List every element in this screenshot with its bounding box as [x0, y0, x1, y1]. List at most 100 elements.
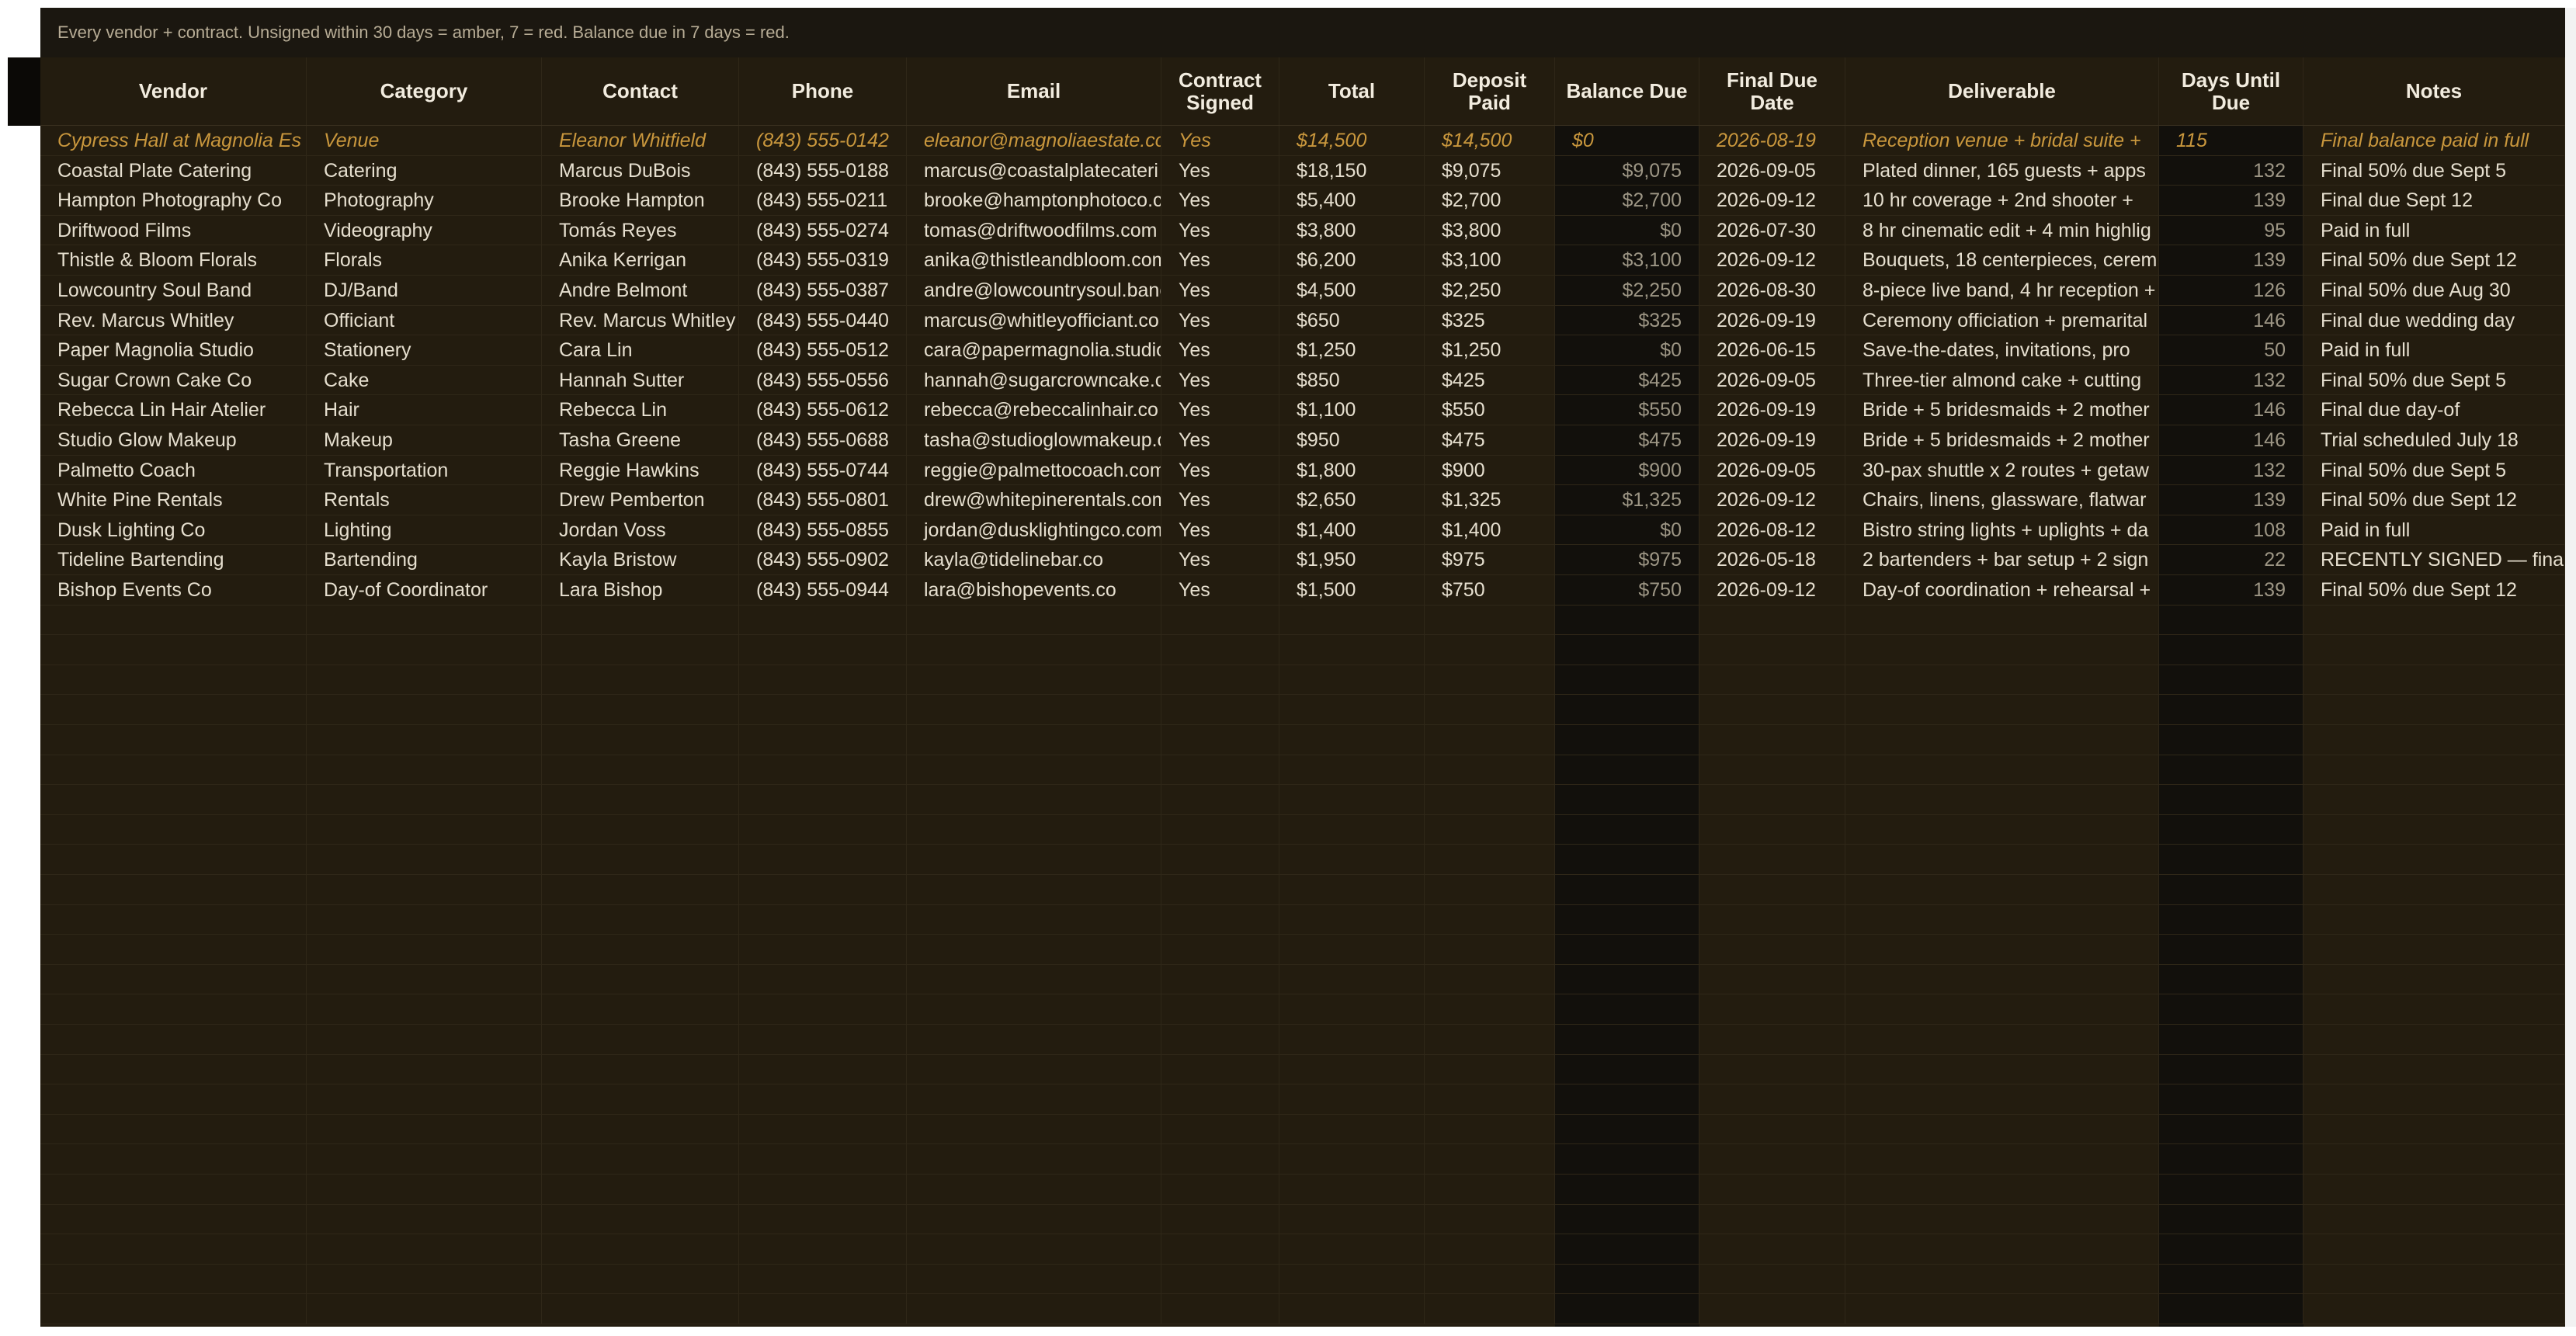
days-until-due-cell[interactable]	[2159, 665, 2303, 695]
contact-cell[interactable]	[542, 1204, 739, 1234]
deposit-paid-cell[interactable]	[1425, 814, 1555, 845]
days-until-due-cell[interactable]	[2159, 994, 2303, 1024]
vendor-cell[interactable]: Lowcountry Soul Band	[40, 276, 307, 305]
contact-cell[interactable]	[542, 635, 739, 665]
final-due-date-cell[interactable]: 2026-05-18	[1699, 545, 1845, 574]
notes-cell[interactable]	[2303, 1144, 2565, 1174]
category-cell[interactable]	[307, 964, 542, 994]
total-cell[interactable]	[1279, 725, 1425, 755]
total-cell[interactable]: $1,250	[1279, 335, 1425, 365]
contact-cell[interactable]: Tomás Reyes	[542, 215, 739, 245]
deposit-paid-cell[interactable]: $14,500	[1425, 126, 1555, 155]
vendor-cell[interactable]	[40, 605, 307, 635]
contract-signed-cell[interactable]: Yes	[1161, 545, 1279, 574]
notes-cell[interactable]: Final 50% due Aug 30	[2303, 276, 2565, 305]
total-cell[interactable]: $18,150	[1279, 155, 1425, 186]
contact-cell[interactable]: Kayla Bristow	[542, 545, 739, 574]
contact-cell[interactable]	[542, 935, 739, 964]
total-cell[interactable]: $850	[1279, 365, 1425, 395]
deliverable-cell[interactable]	[1845, 1175, 2159, 1204]
email-cell[interactable]: cara@papermagnolia.studio	[907, 335, 1161, 365]
phone-header[interactable]: Phone	[739, 57, 907, 125]
category-cell[interactable]	[307, 1294, 542, 1324]
days-until-due-header[interactable]: Days Until Due	[2159, 57, 2303, 125]
phone-cell[interactable]	[739, 1114, 907, 1144]
days-until-due-cell[interactable]: 139	[2159, 575, 2303, 605]
deliverable-cell[interactable]	[1845, 695, 2159, 724]
contract-signed-cell[interactable]	[1161, 845, 1279, 874]
deliverable-cell[interactable]	[1845, 755, 2159, 785]
category-cell[interactable]: Lighting	[307, 515, 542, 545]
phone-cell[interactable]: (843) 555-0801	[739, 485, 907, 515]
total-cell[interactable]: $1,500	[1279, 575, 1425, 605]
notes-cell[interactable]: Trial scheduled July 18	[2303, 425, 2565, 455]
total-cell[interactable]	[1279, 1234, 1425, 1264]
contact-cell[interactable]	[542, 875, 739, 904]
total-cell[interactable]: $950	[1279, 425, 1425, 455]
vendor-cell[interactable]: Rebecca Lin Hair Atelier	[40, 395, 307, 425]
deliverable-cell[interactable]: 30-pax shuttle x 2 routes + getaw	[1845, 455, 2159, 485]
vendor-cell[interactable]	[40, 635, 307, 665]
contact-cell[interactable]	[542, 605, 739, 635]
category-cell[interactable]	[307, 875, 542, 904]
notes-cell[interactable]: Final balance paid in full	[2303, 126, 2565, 155]
contact-cell[interactable]	[542, 1144, 739, 1174]
final-due-date-cell[interactable]	[1699, 725, 1845, 755]
notes-cell[interactable]	[2303, 964, 2565, 994]
email-cell[interactable]: lara@bishopevents.co	[907, 575, 1161, 605]
phone-cell[interactable]	[739, 1084, 907, 1114]
deliverable-header[interactable]: Deliverable	[1845, 57, 2159, 125]
contract-signed-cell[interactable]	[1161, 1264, 1279, 1294]
deliverable-cell[interactable]	[1845, 1025, 2159, 1054]
contact-cell[interactable]	[542, 665, 739, 695]
total-cell[interactable]: $14,500	[1279, 126, 1425, 155]
balance-due-cell[interactable]	[1555, 1114, 1699, 1144]
email-cell[interactable]	[907, 1175, 1161, 1204]
contact-cell[interactable]	[542, 1114, 739, 1144]
deliverable-cell[interactable]: Day-of coordination + rehearsal +	[1845, 575, 2159, 605]
days-until-due-cell[interactable]	[2159, 1234, 2303, 1264]
deposit-paid-cell[interactable]	[1425, 1175, 1555, 1204]
days-until-due-cell[interactable]: 139	[2159, 245, 2303, 275]
phone-cell[interactable]	[739, 964, 907, 994]
category-cell[interactable]	[307, 1264, 542, 1294]
days-until-due-cell[interactable]: 139	[2159, 186, 2303, 215]
phone-cell[interactable]	[739, 665, 907, 695]
deliverable-cell[interactable]	[1845, 845, 2159, 874]
deposit-paid-cell[interactable]	[1425, 665, 1555, 695]
deposit-paid-cell[interactable]	[1425, 964, 1555, 994]
contract-signed-cell[interactable]: Yes	[1161, 395, 1279, 425]
category-cell[interactable]: Florals	[307, 245, 542, 275]
balance-due-cell[interactable]: $3,100	[1555, 245, 1699, 275]
days-until-due-cell[interactable]: 139	[2159, 485, 2303, 515]
deposit-paid-cell[interactable]	[1425, 785, 1555, 814]
deposit-paid-cell[interactable]: $750	[1425, 575, 1555, 605]
balance-due-cell[interactable]: $0	[1555, 215, 1699, 245]
contract-signed-cell[interactable]	[1161, 725, 1279, 755]
category-cell[interactable]	[307, 1144, 542, 1174]
vendor-cell[interactable]	[40, 1054, 307, 1084]
total-cell[interactable]	[1279, 695, 1425, 724]
notes-cell[interactable]	[2303, 1084, 2565, 1114]
notes-cell[interactable]	[2303, 605, 2565, 635]
contract-signed-cell[interactable]	[1161, 904, 1279, 935]
category-cell[interactable]: Hair	[307, 395, 542, 425]
deposit-paid-cell[interactable]	[1425, 1054, 1555, 1084]
contract-signed-cell[interactable]	[1161, 1175, 1279, 1204]
balance-due-cell[interactable]	[1555, 935, 1699, 964]
days-until-due-cell[interactable]	[2159, 1264, 2303, 1294]
category-cell[interactable]	[307, 785, 542, 814]
notes-cell[interactable]	[2303, 1264, 2565, 1294]
vendor-cell[interactable]: Dusk Lighting Co	[40, 515, 307, 545]
email-cell[interactable]	[907, 1204, 1161, 1234]
final-due-date-cell[interactable]	[1699, 1175, 1845, 1204]
contact-cell[interactable]	[542, 1234, 739, 1264]
deposit-paid-cell[interactable]: $2,250	[1425, 276, 1555, 305]
balance-due-cell[interactable]: $750	[1555, 575, 1699, 605]
vendor-cell[interactable]: Paper Magnolia Studio	[40, 335, 307, 365]
balance-due-cell[interactable]	[1555, 725, 1699, 755]
deposit-paid-header[interactable]: Deposit Paid	[1425, 57, 1555, 125]
contract-signed-cell[interactable]	[1161, 1114, 1279, 1144]
days-until-due-cell[interactable]	[2159, 1294, 2303, 1324]
final-due-date-cell[interactable]	[1699, 1264, 1845, 1294]
